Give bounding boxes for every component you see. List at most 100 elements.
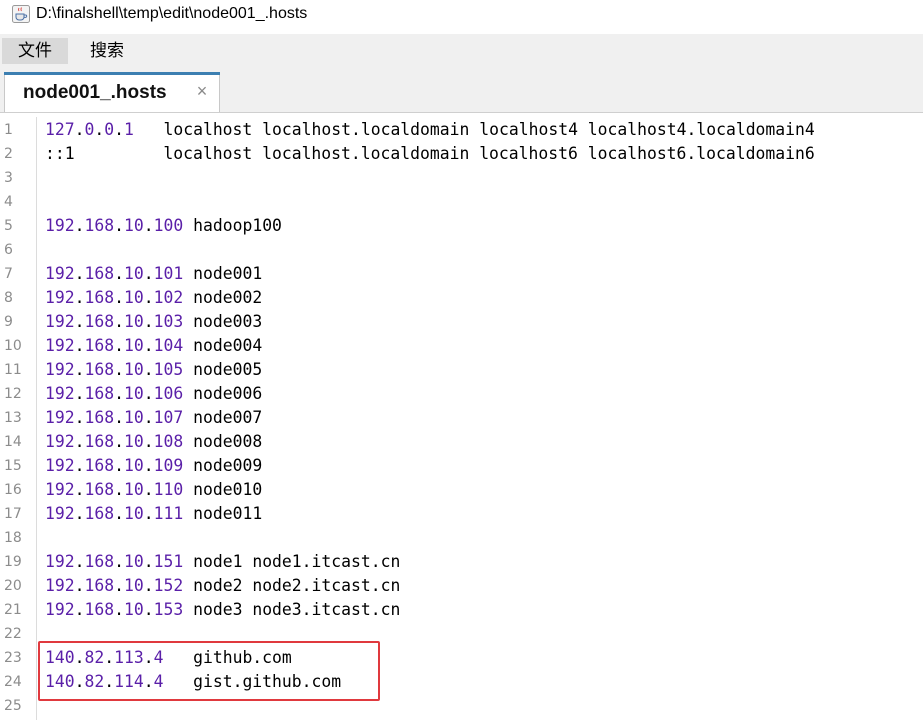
ip-address: 140.82.114.4 bbox=[45, 672, 164, 691]
window-title: D:\finalshell\temp\edit\node001_.hosts bbox=[36, 5, 308, 22]
editor-line: 6 bbox=[0, 238, 923, 262]
hostnames: node005 bbox=[183, 360, 263, 379]
line-number: 13 bbox=[4, 410, 22, 426]
editor-line: 21 192.168.10.153 node3 node3.itcast.cn bbox=[0, 598, 923, 622]
tab-active-indicator bbox=[4, 72, 220, 75]
editor-line: 3 bbox=[0, 166, 923, 190]
hostnames: node3 node3.itcast.cn bbox=[183, 600, 401, 619]
editor-line: 25 bbox=[0, 694, 923, 718]
hostnames: node009 bbox=[183, 456, 263, 475]
hostnames: node003 bbox=[183, 312, 263, 331]
line-number: 7 bbox=[4, 266, 13, 282]
line-number: 19 bbox=[4, 554, 22, 570]
line-text: 192.168.10.101 node001 bbox=[45, 262, 262, 286]
editor-line: 12 192.168.10.106 node006 bbox=[0, 382, 923, 406]
line-text: 140.82.113.4 github.com bbox=[45, 646, 292, 670]
line-text: 127.0.0.1 localhost localhost.localdomai… bbox=[45, 118, 815, 142]
line-number: 4 bbox=[4, 194, 13, 210]
menu-bar: 文件 搜索 bbox=[0, 34, 923, 66]
line-number: 10 bbox=[4, 338, 22, 354]
line-number: 8 bbox=[4, 290, 13, 306]
hostnames: node011 bbox=[183, 504, 263, 523]
line-text: 140.82.114.4 gist.github.com bbox=[45, 670, 341, 694]
line-number: 11 bbox=[4, 362, 22, 378]
close-icon[interactable]: × bbox=[194, 82, 210, 100]
editor-line: 2::1 localhost localhost.localdomain loc… bbox=[0, 142, 923, 166]
editor-line: 10 192.168.10.104 node004 bbox=[0, 334, 923, 358]
editor-line: 23 140.82.113.4 github.com bbox=[0, 646, 923, 670]
line-text: 192.168.10.153 node3 node3.itcast.cn bbox=[45, 598, 400, 622]
line-number: 20 bbox=[4, 578, 22, 594]
editor-line: 24 140.82.114.4 gist.github.com bbox=[0, 670, 923, 694]
editor-line: 14 192.168.10.108 node008 bbox=[0, 430, 923, 454]
line-number: 5 bbox=[4, 218, 13, 234]
editor-line: 7 192.168.10.101 node001 bbox=[0, 262, 923, 286]
menu-search[interactable]: 搜索 bbox=[78, 38, 136, 64]
line-number: 3 bbox=[4, 170, 13, 186]
menu-file[interactable]: 文件 bbox=[2, 38, 68, 64]
editor-line: 1 127.0.0.1 localhost localhost.localdoma… bbox=[0, 118, 923, 142]
ip-address: 192.168.10.109 bbox=[45, 456, 184, 475]
line-text: 192.168.10.109 node009 bbox=[45, 454, 262, 478]
line-text: 192.168.10.105 node005 bbox=[45, 358, 262, 382]
ip-address: 140.82.113.4 bbox=[45, 648, 164, 667]
hostnames: node010 bbox=[183, 480, 263, 499]
hostnames: node007 bbox=[183, 408, 263, 427]
line-number: 24 bbox=[4, 674, 22, 690]
line-number: 25 bbox=[4, 698, 22, 714]
editor-line: 18 bbox=[0, 526, 923, 550]
ip-address: 192.168.10.101 bbox=[45, 264, 184, 283]
editor-line: 19 192.168.10.151 node1 node1.itcast.cn bbox=[0, 550, 923, 574]
hostnames: node002 bbox=[183, 288, 263, 307]
line-number: 22 bbox=[4, 626, 22, 642]
tab-node001-hosts[interactable]: node001_.hosts × bbox=[4, 72, 220, 112]
line-number: 1 bbox=[4, 122, 13, 138]
tab-label: node001_.hosts bbox=[23, 82, 167, 103]
editor-line: 17 192.168.10.111 node011 bbox=[0, 502, 923, 526]
line-text: 192.168.10.106 node006 bbox=[45, 382, 262, 406]
ip-address: 192.168.10.105 bbox=[45, 360, 184, 379]
hostnames: node2 node2.itcast.cn bbox=[183, 576, 401, 595]
line-number: 23 bbox=[4, 650, 22, 666]
line-text: 192.168.10.152 node2 node2.itcast.cn bbox=[45, 574, 400, 598]
title-bar: D:\finalshell\temp\edit\node001_.hosts bbox=[0, 0, 923, 28]
hostnames: github.com bbox=[163, 648, 292, 667]
hostnames: node006 bbox=[183, 384, 263, 403]
hostnames: hadoop100 bbox=[183, 216, 282, 235]
line-number: 18 bbox=[4, 530, 22, 546]
editor-line: 5 192.168.10.100 hadoop100 bbox=[0, 214, 923, 238]
line-text: 192.168.10.151 node1 node1.itcast.cn bbox=[45, 550, 400, 574]
line-text: ::1 localhost localhost.localdomain loca… bbox=[45, 142, 815, 166]
line-text: 192.168.10.102 node002 bbox=[45, 286, 262, 310]
hostnames: node1 node1.itcast.cn bbox=[183, 552, 401, 571]
ip-address: 192.168.10.103 bbox=[45, 312, 184, 331]
hostnames: ::1 localhost localhost.localdomain loca… bbox=[45, 144, 815, 163]
line-number: 6 bbox=[4, 242, 13, 258]
ip-address: 192.168.10.151 bbox=[45, 552, 184, 571]
line-number: 2 bbox=[4, 146, 13, 162]
hostnames: gist.github.com bbox=[163, 672, 342, 691]
ip-address: 192.168.10.111 bbox=[45, 504, 184, 523]
line-number: 9 bbox=[4, 314, 13, 330]
line-text: 192.168.10.111 node011 bbox=[45, 502, 262, 526]
editor-line: 8 192.168.10.102 node002 bbox=[0, 286, 923, 310]
hostnames: node008 bbox=[183, 432, 263, 451]
ip-address: 192.168.10.153 bbox=[45, 600, 184, 619]
editor-line: 4 bbox=[0, 190, 923, 214]
editor-line: 13 192.168.10.107 node007 bbox=[0, 406, 923, 430]
line-number: 21 bbox=[4, 602, 22, 618]
line-text: 192.168.10.107 node007 bbox=[45, 406, 262, 430]
ip-address: 192.168.10.104 bbox=[45, 336, 184, 355]
hostnames: node004 bbox=[183, 336, 263, 355]
line-number: 15 bbox=[4, 458, 22, 474]
line-number: 16 bbox=[4, 482, 22, 498]
hostnames: localhost localhost.localdomain localhos… bbox=[133, 120, 815, 139]
editor-line: 22 bbox=[0, 622, 923, 646]
hostnames: node001 bbox=[183, 264, 263, 283]
ip-address: 192.168.10.102 bbox=[45, 288, 184, 307]
line-number: 14 bbox=[4, 434, 22, 450]
line-text: 192.168.10.100 hadoop100 bbox=[45, 214, 282, 238]
line-text: 192.168.10.110 node010 bbox=[45, 478, 262, 502]
text-editor[interactable]: 1 127.0.0.1 localhost localhost.localdoma… bbox=[0, 117, 923, 720]
line-text: 192.168.10.108 node008 bbox=[45, 430, 262, 454]
